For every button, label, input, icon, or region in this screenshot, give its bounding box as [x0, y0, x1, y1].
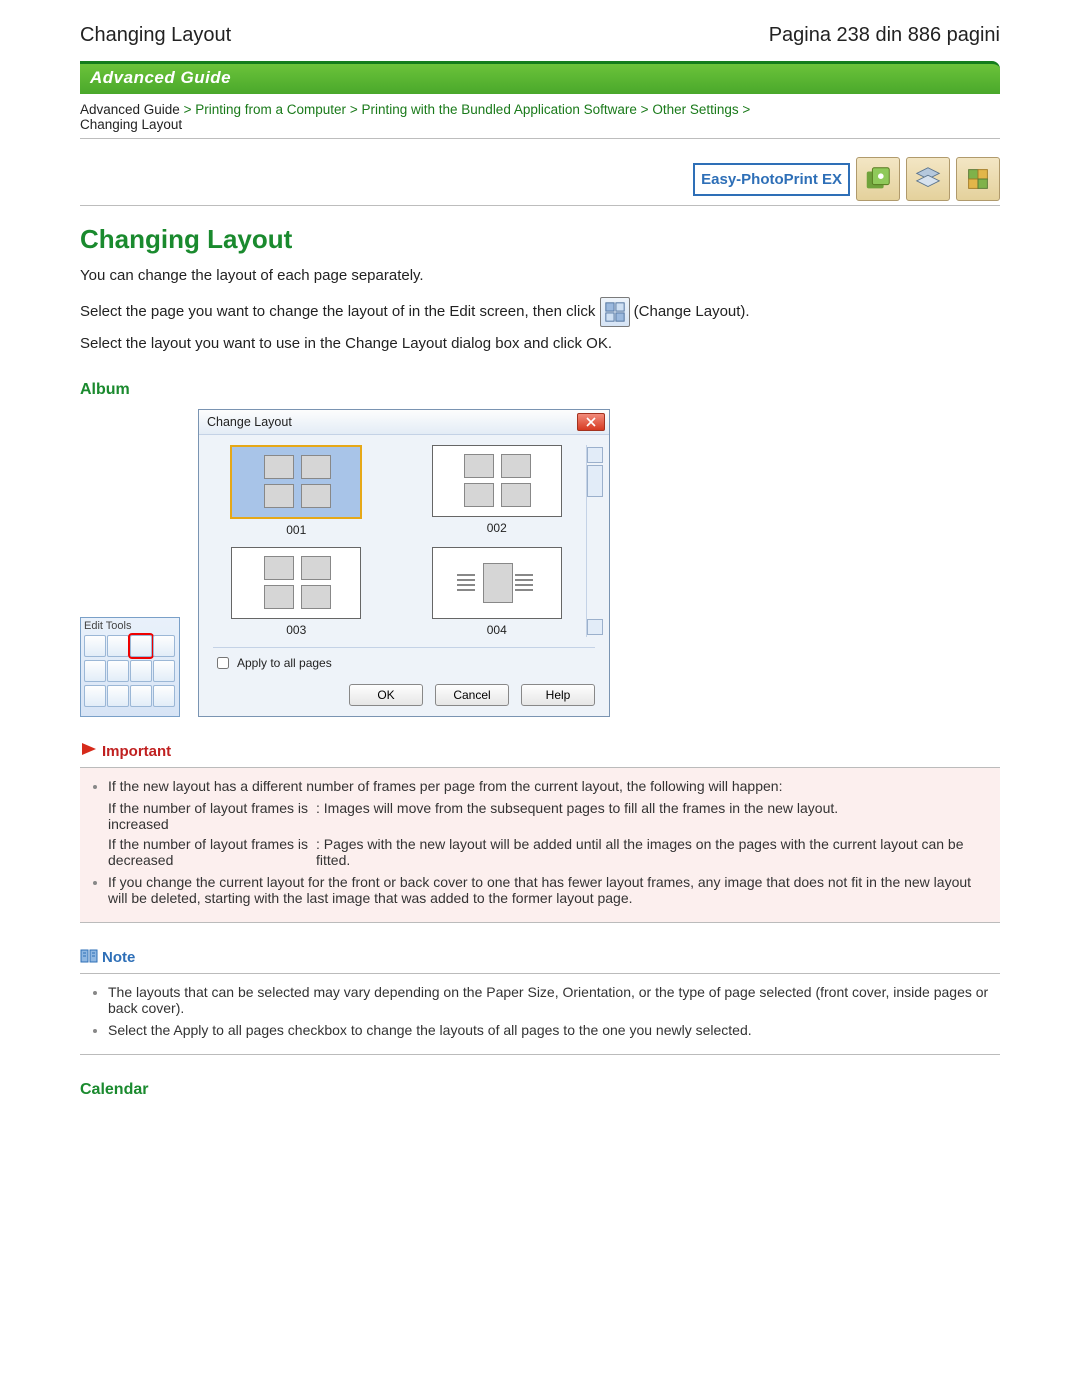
- intro-text: You can change the layout of each page s…: [80, 265, 1000, 287]
- scroll-down-icon[interactable]: [587, 619, 603, 635]
- header-left: Changing Layout: [80, 24, 231, 47]
- note-bullet-1: The layouts that can be selected may var…: [108, 984, 992, 1016]
- important-heading: Important: [80, 741, 1000, 763]
- app-icon-row: Easy-PhotoPrint EX: [80, 157, 1000, 206]
- photo-album-icon: [856, 157, 900, 201]
- tool-7[interactable]: [130, 660, 152, 682]
- change-layout-dialog: Change Layout 001 002 003: [198, 409, 610, 717]
- tool-6[interactable]: [107, 660, 129, 682]
- crumb-3[interactable]: Other Settings: [652, 102, 738, 117]
- book-icon: [80, 947, 98, 969]
- important-bullet-2: If you change the current layout for the…: [108, 874, 992, 906]
- guide-banner: Advanced Guide: [80, 61, 1000, 94]
- crumb-current: Changing Layout: [80, 117, 182, 132]
- layout-option-002[interactable]: 002: [414, 445, 581, 537]
- layout-option-001[interactable]: 001: [213, 445, 380, 537]
- tool-12[interactable]: [153, 685, 175, 707]
- instruction-2: Select the layout you want to use in the…: [80, 333, 1000, 355]
- header-right: Pagina 238 din 886 pagini: [769, 24, 1000, 47]
- apply-all-checkbox[interactable]: Apply to all pages: [213, 654, 595, 672]
- note-heading: Note: [80, 947, 1000, 969]
- layout-option-003[interactable]: 003: [213, 547, 380, 637]
- edit-tools-panel: Edit Tools: [80, 617, 180, 717]
- puzzle-icon: [956, 157, 1000, 201]
- tool-4[interactable]: [153, 635, 175, 657]
- dialog-title: Change Layout: [207, 415, 292, 429]
- note-bullet-2: Select the Apply to all pages checkbox t…: [108, 1022, 992, 1038]
- change-layout-icon: [600, 297, 630, 327]
- help-button[interactable]: Help: [521, 684, 595, 706]
- tool-10[interactable]: [107, 685, 129, 707]
- scroll-up-icon[interactable]: [587, 447, 603, 463]
- flag-icon: [80, 741, 98, 763]
- crumb-2[interactable]: Printing with the Bundled Application So…: [361, 102, 636, 117]
- tool-5[interactable]: [84, 660, 106, 682]
- tool-9[interactable]: [84, 685, 106, 707]
- stack-icon: [906, 157, 950, 201]
- edit-tools-title: Edit Tools: [84, 620, 176, 632]
- app-label: Easy-PhotoPrint EX: [693, 163, 850, 196]
- note-box: The layouts that can be selected may var…: [80, 973, 1000, 1055]
- breadcrumb: Advanced Guide > Printing from a Compute…: [80, 102, 1000, 132]
- cancel-button[interactable]: Cancel: [435, 684, 509, 706]
- tool-change-layout[interactable]: [130, 635, 152, 657]
- page-title: Changing Layout: [80, 224, 1000, 255]
- tool-8[interactable]: [153, 660, 175, 682]
- tool-11[interactable]: [130, 685, 152, 707]
- section-calendar: Calendar: [80, 1081, 1000, 1099]
- scroll-thumb[interactable]: [587, 465, 603, 497]
- important-box: If the new layout has a different number…: [80, 767, 1000, 923]
- section-album: Album: [80, 381, 1000, 399]
- tool-2[interactable]: [107, 635, 129, 657]
- important-bullet-1: If the new layout has a different number…: [108, 778, 992, 868]
- apply-all-input[interactable]: [217, 657, 229, 669]
- crumb-0[interactable]: Advanced Guide: [80, 102, 180, 117]
- tool-1[interactable]: [84, 635, 106, 657]
- scrollbar[interactable]: [586, 445, 603, 637]
- crumb-1[interactable]: Printing from a Computer: [195, 102, 346, 117]
- layout-option-004[interactable]: 004: [414, 547, 581, 637]
- ok-button[interactable]: OK: [349, 684, 423, 706]
- close-button[interactable]: [577, 413, 605, 431]
- instruction-1: Select the page you want to change the l…: [80, 297, 1000, 327]
